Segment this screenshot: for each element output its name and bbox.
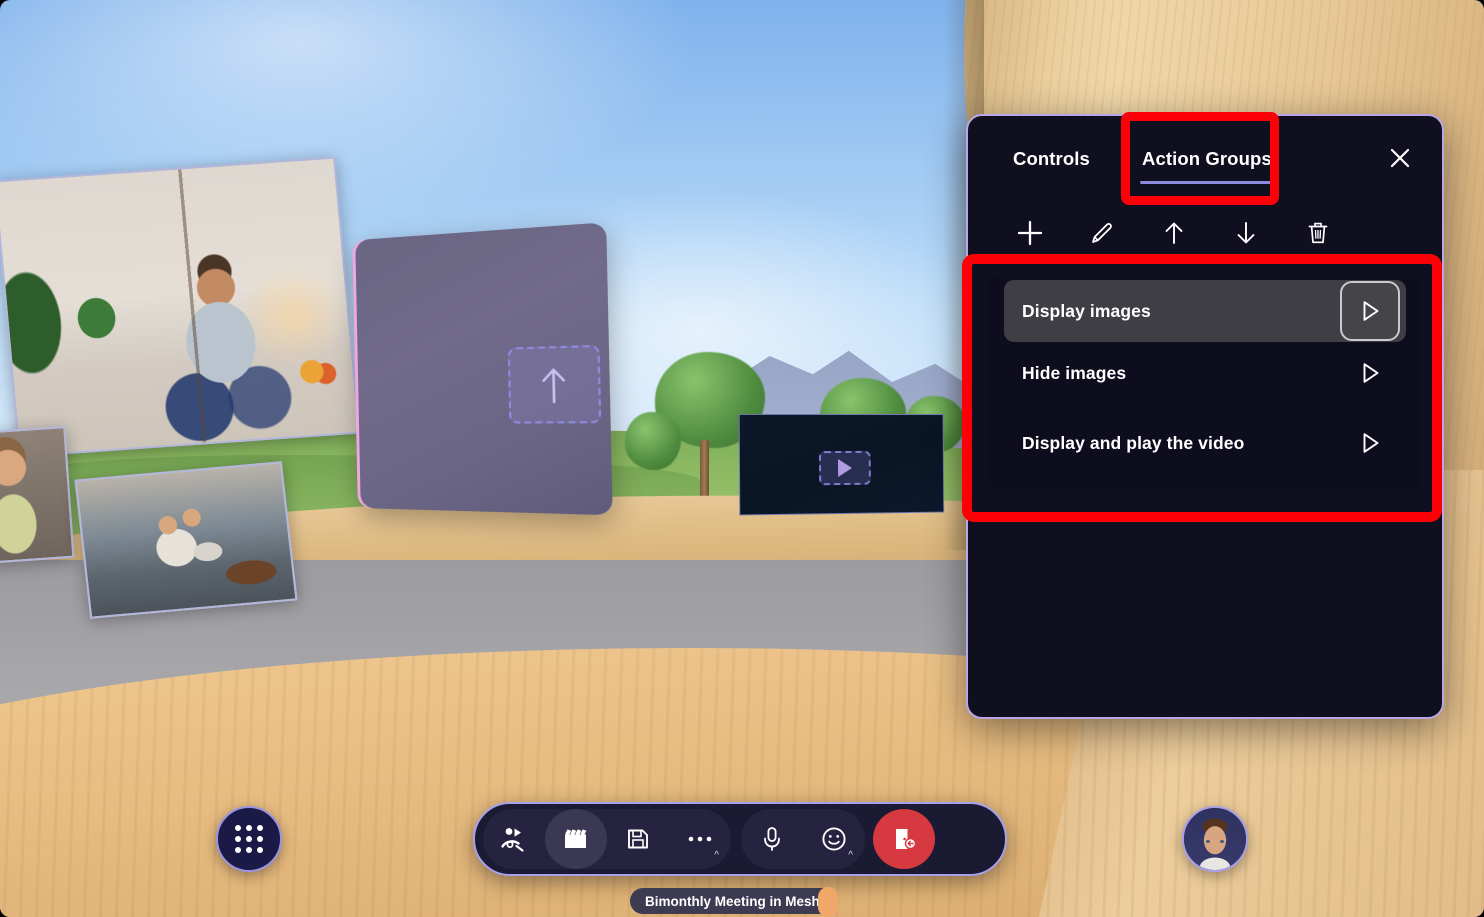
action-group-row-display-images[interactable]: Display images xyxy=(1004,280,1406,342)
arrow-down-icon xyxy=(1237,222,1255,244)
edit-action-group-button[interactable] xyxy=(1066,208,1138,258)
action-groups-list: Display images Hide images Display and p… xyxy=(990,274,1420,488)
toolbar-group-right: ^ xyxy=(741,809,865,869)
panel-tab-bar: Controls Action Groups xyxy=(968,116,1442,202)
action-group-label: Display images xyxy=(1022,300,1151,321)
room-name-text: Bimonthly Meeting in Mesh xyxy=(645,893,820,909)
photo-content xyxy=(0,158,359,456)
vr-meeting-screenshot: Controls Action Groups Display images Hi… xyxy=(0,0,1484,917)
photo-two-women-with-dog[interactable] xyxy=(74,461,298,619)
delete-action-group-button[interactable] xyxy=(1282,208,1354,258)
floppy-disk-icon xyxy=(628,829,648,849)
action-group-label: Display and play the video xyxy=(1022,432,1245,453)
play-icon xyxy=(1363,363,1379,383)
add-action-group-button[interactable] xyxy=(994,208,1066,258)
screen-share-icon xyxy=(501,828,524,852)
tab-action-groups[interactable]: Action Groups xyxy=(1140,144,1274,184)
plus-icon xyxy=(1017,220,1043,246)
share-screen-button[interactable] xyxy=(483,809,545,869)
ellipsis-icon xyxy=(688,836,712,842)
play-action-group-button[interactable] xyxy=(1340,343,1400,403)
leave-button[interactable] xyxy=(873,809,935,869)
reactions-button[interactable]: ^ xyxy=(803,809,865,869)
action-group-label: Hide images xyxy=(1022,362,1127,383)
microphone-button[interactable] xyxy=(741,809,803,869)
avatar-eye xyxy=(1220,840,1224,843)
video-effects-button[interactable] xyxy=(545,809,607,869)
save-button[interactable] xyxy=(607,809,669,869)
trash-icon xyxy=(1308,222,1328,244)
tab-controls[interactable]: Controls xyxy=(1011,144,1092,174)
clapperboard-icon xyxy=(565,829,587,848)
move-down-button[interactable] xyxy=(1210,208,1282,258)
play-icon xyxy=(1363,301,1379,321)
photo-man-in-wheelchair[interactable] xyxy=(0,156,361,458)
image-upload-slot[interactable] xyxy=(507,344,602,424)
speaking-indicator xyxy=(818,887,838,917)
image-placeholder-screen[interactable] xyxy=(355,222,613,516)
grid-dots-icon xyxy=(235,825,263,853)
chevron-up-icon: ^ xyxy=(848,850,853,861)
room-name-label: Bimonthly Meeting in Mesh xyxy=(630,888,835,914)
video-placeholder-screen[interactable] xyxy=(738,413,945,516)
smiley-icon xyxy=(822,827,846,851)
tab-active-underline xyxy=(1140,181,1274,184)
close-icon-glyph xyxy=(1390,148,1410,168)
photo-content xyxy=(0,428,73,564)
leave-door-icon xyxy=(896,829,917,850)
photo-content xyxy=(76,463,296,617)
move-up-button[interactable] xyxy=(1138,208,1210,258)
avatar-eye xyxy=(1206,840,1210,843)
tab-controls-label: Controls xyxy=(1013,148,1090,169)
action-group-row-hide-images[interactable]: Hide images xyxy=(1004,342,1406,404)
tree-foliage xyxy=(625,412,681,470)
avatar-face xyxy=(1184,808,1246,870)
app-launcher-button[interactable] xyxy=(216,806,282,872)
close-icon[interactable] xyxy=(1384,142,1416,174)
controls-panel: Controls Action Groups Display images Hi… xyxy=(966,114,1444,719)
play-action-group-button[interactable] xyxy=(1340,281,1400,341)
action-groups-toolbar xyxy=(968,202,1442,264)
tab-action-groups-label: Action Groups xyxy=(1142,148,1272,169)
play-icon xyxy=(1363,433,1379,453)
upload-arrow-icon xyxy=(539,365,569,404)
user-avatar[interactable] xyxy=(1182,806,1248,872)
main-toolbar: ^ ^ xyxy=(473,802,1007,876)
toolbar-group-left: ^ xyxy=(483,809,731,869)
arrow-up-icon xyxy=(1165,222,1183,244)
play-triangle-icon xyxy=(837,458,853,478)
chevron-up-icon: ^ xyxy=(714,850,719,861)
video-play-slot[interactable] xyxy=(818,450,871,486)
microphone-icon xyxy=(764,827,780,851)
more-options-button[interactable]: ^ xyxy=(669,809,731,869)
play-action-group-button[interactable] xyxy=(1340,413,1400,473)
photo-woman-laughing[interactable] xyxy=(0,425,75,567)
action-group-row-display-and-play-the-video[interactable]: Display and play the video xyxy=(1004,412,1406,474)
pencil-icon xyxy=(1092,223,1112,243)
